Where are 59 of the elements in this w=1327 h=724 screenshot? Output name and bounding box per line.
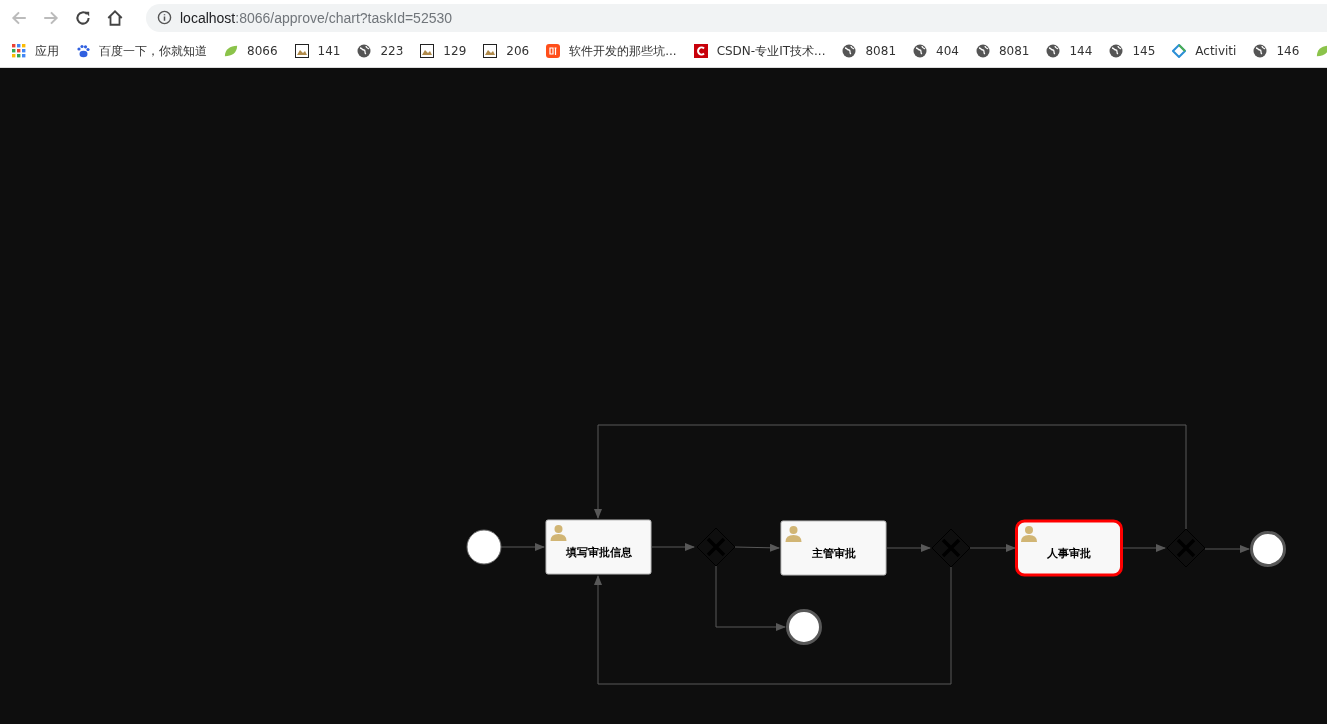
picture-icon[interactable] <box>483 44 498 58</box>
bookmark-link[interactable]: 8066 <box>247 44 278 58</box>
start-event-circle <box>466 529 502 565</box>
bookmark-link[interactable]: 8081 <box>865 44 897 58</box>
bookmark-link[interactable]: 软件开发的那些坑... <box>569 42 677 60</box>
exclusive-gateway-diamond <box>1166 528 1206 568</box>
user-icon <box>785 526 802 542</box>
user-task-box[interactable] <box>780 520 887 576</box>
connector-arrow <box>651 543 695 551</box>
user-task-box[interactable] <box>1015 519 1123 577</box>
globe-icon[interactable] <box>1046 44 1061 58</box>
bookmark-link[interactable]: 223 <box>380 44 404 58</box>
globe-icon[interactable] <box>1109 44 1124 58</box>
exclusive-gateway-diamond <box>696 527 736 567</box>
connector-arrow <box>500 543 545 551</box>
bookmark-link[interactable]: 141 <box>317 44 341 58</box>
bookmark-link[interactable]: 145 <box>1132 44 1156 58</box>
picture-icon[interactable] <box>294 44 309 58</box>
user-icon <box>1021 526 1037 542</box>
end-event-circle <box>786 609 822 645</box>
task-label: 人事审批 <box>1047 547 1091 560</box>
c-logo-icon[interactable] <box>693 44 708 58</box>
diamond-icon[interactable] <box>1172 44 1187 58</box>
globe-icon[interactable] <box>357 44 372 58</box>
url-host: localhost <box>180 9 236 26</box>
globe-icon[interactable] <box>842 44 857 58</box>
task-label: 主管审批 <box>811 547 856 560</box>
bookmark-link[interactable]: 146 <box>1276 44 1300 58</box>
bookmark-link[interactable]: CSDN-专业IT技术... <box>716 42 826 60</box>
user-icon <box>550 525 567 541</box>
connector-arrow <box>969 544 1016 552</box>
info-icon[interactable] <box>157 10 172 25</box>
apps-grid-icon[interactable] <box>12 44 26 58</box>
address-bar[interactable]: localhost:8066/approve/chart?taskId=52530 <box>146 3 1327 32</box>
bookmark-link[interactable]: 404 <box>936 44 959 58</box>
exclusive-gateway-diamond <box>931 528 971 568</box>
bookmark-link[interactable]: 206 <box>506 44 530 58</box>
bookmark-link[interactable]: 应用 <box>35 42 59 60</box>
connector-arrow <box>886 544 931 552</box>
connector-arrow <box>1121 544 1166 552</box>
home-icon[interactable] <box>106 8 124 27</box>
connector-arrow <box>734 543 780 552</box>
bookmark-link[interactable]: Activiti <box>1195 44 1237 58</box>
url-path: :8066/approve/chart?taskId=52530 <box>235 9 453 26</box>
globe-icon[interactable] <box>1253 44 1268 58</box>
bookmark-link[interactable]: 144 <box>1069 44 1093 58</box>
globe-icon[interactable] <box>913 44 928 58</box>
bookmark-link[interactable]: 129 <box>443 44 467 58</box>
bookmark-link[interactable]: 8081 <box>998 44 1030 58</box>
user-task-box[interactable] <box>545 519 652 575</box>
paw-icon[interactable] <box>76 44 90 58</box>
connector-arrow <box>1204 545 1250 553</box>
square-logo-icon[interactable] <box>546 44 561 58</box>
bookmark-link[interactable]: 百度一下，你就知道 <box>99 42 207 60</box>
picture-icon[interactable] <box>420 44 435 58</box>
reload-icon[interactable] <box>74 8 92 27</box>
end-event-circle <box>1250 531 1286 567</box>
task-label: 填写审批信息 <box>565 546 632 559</box>
globe-icon[interactable] <box>975 44 990 58</box>
